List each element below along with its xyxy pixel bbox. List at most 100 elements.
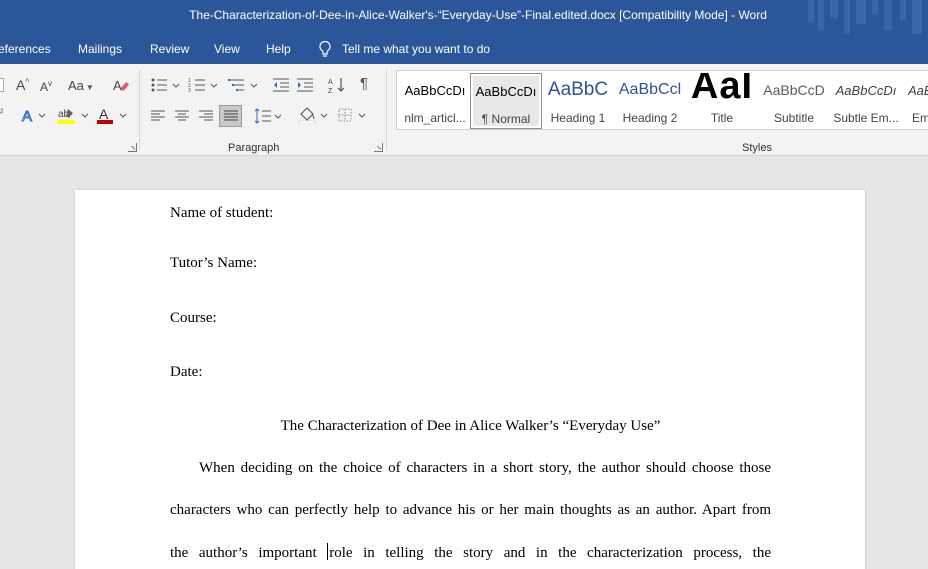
sort-button[interactable]: A Z (328, 76, 346, 94)
clear-formatting-button[interactable]: A (112, 76, 130, 94)
tutor-name-field: Tutor’s Name: (170, 255, 258, 271)
align-center-button[interactable] (174, 109, 190, 123)
bullets-button[interactable] (150, 76, 182, 94)
style-name: Heading 2 (622, 111, 678, 125)
align-left-button[interactable] (150, 109, 166, 123)
style-name: Subtitle (773, 111, 815, 125)
tell-me-search[interactable]: Tell me what you want to do (318, 40, 490, 58)
subscript-edge[interactable]: ² (0, 108, 3, 119)
line-spacing-icon (254, 108, 282, 124)
paragraph-group-label: Paragraph (228, 142, 280, 154)
paragraph-dialog-launcher[interactable] (374, 143, 383, 152)
bullets-icon (151, 78, 180, 92)
body-line: characters who can perfectly help to adv… (170, 502, 771, 518)
style-heading-2[interactable]: AaBbCcl Heading 2 (614, 73, 686, 129)
body-text: the author’s important (170, 545, 328, 561)
ribbon-tabs: eferences Mailings Review View Help Tell… (0, 34, 928, 64)
style-preview: AaBbCcD (763, 82, 825, 98)
sort-icon: A Z (328, 78, 345, 94)
styles-group-label: Styles (742, 142, 772, 154)
style-name: Em (912, 111, 928, 125)
text-effects-icon: A (22, 108, 46, 124)
style-preview: AaBb (908, 83, 928, 98)
grow-font-button[interactable]: A^ (16, 77, 29, 93)
lightbulb-icon (319, 40, 331, 57)
group-separator (139, 70, 140, 150)
svg-text:A: A (328, 79, 333, 86)
tab-mailings[interactable]: Mailings (78, 42, 122, 56)
multilevel-list-button[interactable] (228, 76, 260, 94)
svg-text:A: A (99, 106, 109, 122)
line-spacing-button[interactable] (254, 107, 286, 125)
decrease-indent-button[interactable] (272, 76, 290, 94)
font-color-button[interactable]: A (96, 106, 130, 124)
style-name: Subtle Em... (833, 111, 899, 125)
essay-title: The Characterization of Dee in Alice Wal… (280, 418, 661, 434)
student-name-field: Name of student: (170, 205, 274, 221)
align-right-icon (199, 110, 213, 121)
body-text: role in telling the story and in the cha… (329, 545, 771, 561)
title-bar-decoration-icon (808, 0, 922, 34)
styles-gallery: AaBbCcDı nlm_articl... AaBbCcDı ¶ Normal… (396, 70, 928, 130)
borders-button[interactable] (338, 108, 370, 124)
align-right-button[interactable] (198, 109, 214, 123)
numbering-icon: 123 (188, 78, 218, 94)
tab-review[interactable]: Review (150, 42, 189, 56)
svg-text:A: A (113, 78, 122, 93)
style-preview: AaBbCcDı (404, 83, 466, 98)
style-emphasis[interactable]: AaBb Em (902, 73, 928, 129)
style-preview: AaBbC (547, 79, 609, 100)
tab-view[interactable]: View (214, 42, 240, 56)
highlighter-icon: ab (57, 109, 89, 124)
style-normal[interactable]: AaBbCcDı ¶ Normal (470, 73, 542, 129)
tab-help[interactable]: Help (266, 42, 291, 56)
svg-text:Z: Z (328, 88, 333, 94)
style-name: Heading 1 (550, 111, 606, 125)
increase-indent-icon (297, 78, 313, 92)
body-line: the author’s important role in telling t… (170, 543, 771, 562)
show-formatting-marks-button[interactable]: ¶ (360, 75, 368, 92)
shrink-font-button[interactable]: Av (40, 79, 52, 94)
style-preview: AaI (690, 73, 754, 107)
tell-me-label: Tell me what you want to do (342, 42, 491, 56)
svg-text:A: A (22, 108, 32, 124)
style-preview: AaBbCcDı (835, 83, 897, 98)
decrease-indent-icon (273, 78, 289, 92)
style-name: ¶ Normal (481, 112, 531, 126)
font-dialog-launcher[interactable] (128, 143, 137, 152)
highlight-color-button[interactable]: ab (56, 106, 92, 124)
paint-bucket-icon (298, 107, 328, 124)
justify-icon (224, 110, 238, 121)
style-subtitle[interactable]: AaBbCcD Subtitle (758, 73, 830, 129)
font-color-icon: A (97, 106, 127, 124)
style-preview: AaBbCcDı (475, 84, 537, 99)
title-bar: The-Characterization-of-Dee-in-Alice-Wal… (0, 0, 928, 34)
eraser-icon: A (113, 78, 129, 93)
style-name: Title (710, 111, 734, 125)
numbering-button[interactable]: 123 (188, 76, 220, 94)
window-title: The-Characterization-of-Dee-in-Alice-Wal… (189, 8, 767, 22)
style-heading-1[interactable]: AaBbC Heading 1 (542, 73, 614, 129)
style-name: nlm_articl... (404, 111, 466, 125)
body-line: When deciding on the choice of character… (199, 460, 771, 476)
change-case-button[interactable]: Aa ▼ (68, 78, 94, 93)
style-nlm-article[interactable]: AaBbCcDı nlm_articl... (399, 73, 471, 129)
style-title[interactable]: AaI Title (686, 73, 758, 129)
ribbon: A^ Av Aa ▼ A ² A ab A 1 2 3 A Z ¶ Paragr… (0, 64, 928, 156)
svg-text:3: 3 (188, 88, 191, 94)
shading-button[interactable] (298, 106, 332, 124)
multilevel-list-icon (228, 79, 258, 91)
document-page[interactable]: Name of student: Tutor’s Name: Course: D… (75, 190, 865, 569)
justify-button[interactable] (219, 105, 242, 127)
text-effects-button[interactable]: A (20, 106, 48, 124)
borders-icon (338, 108, 366, 122)
style-preview: AaBbCcl (618, 81, 682, 98)
style-subtle-emphasis[interactable]: AaBbCcDı Subtle Em... (830, 73, 902, 129)
increase-indent-button[interactable] (296, 76, 314, 94)
date-field: Date: (170, 364, 203, 380)
align-left-icon (151, 110, 165, 121)
font-size-dropdown-edge[interactable] (0, 78, 4, 92)
course-field: Course: (170, 310, 217, 326)
group-separator (386, 70, 387, 150)
tab-references[interactable]: eferences (0, 42, 51, 56)
